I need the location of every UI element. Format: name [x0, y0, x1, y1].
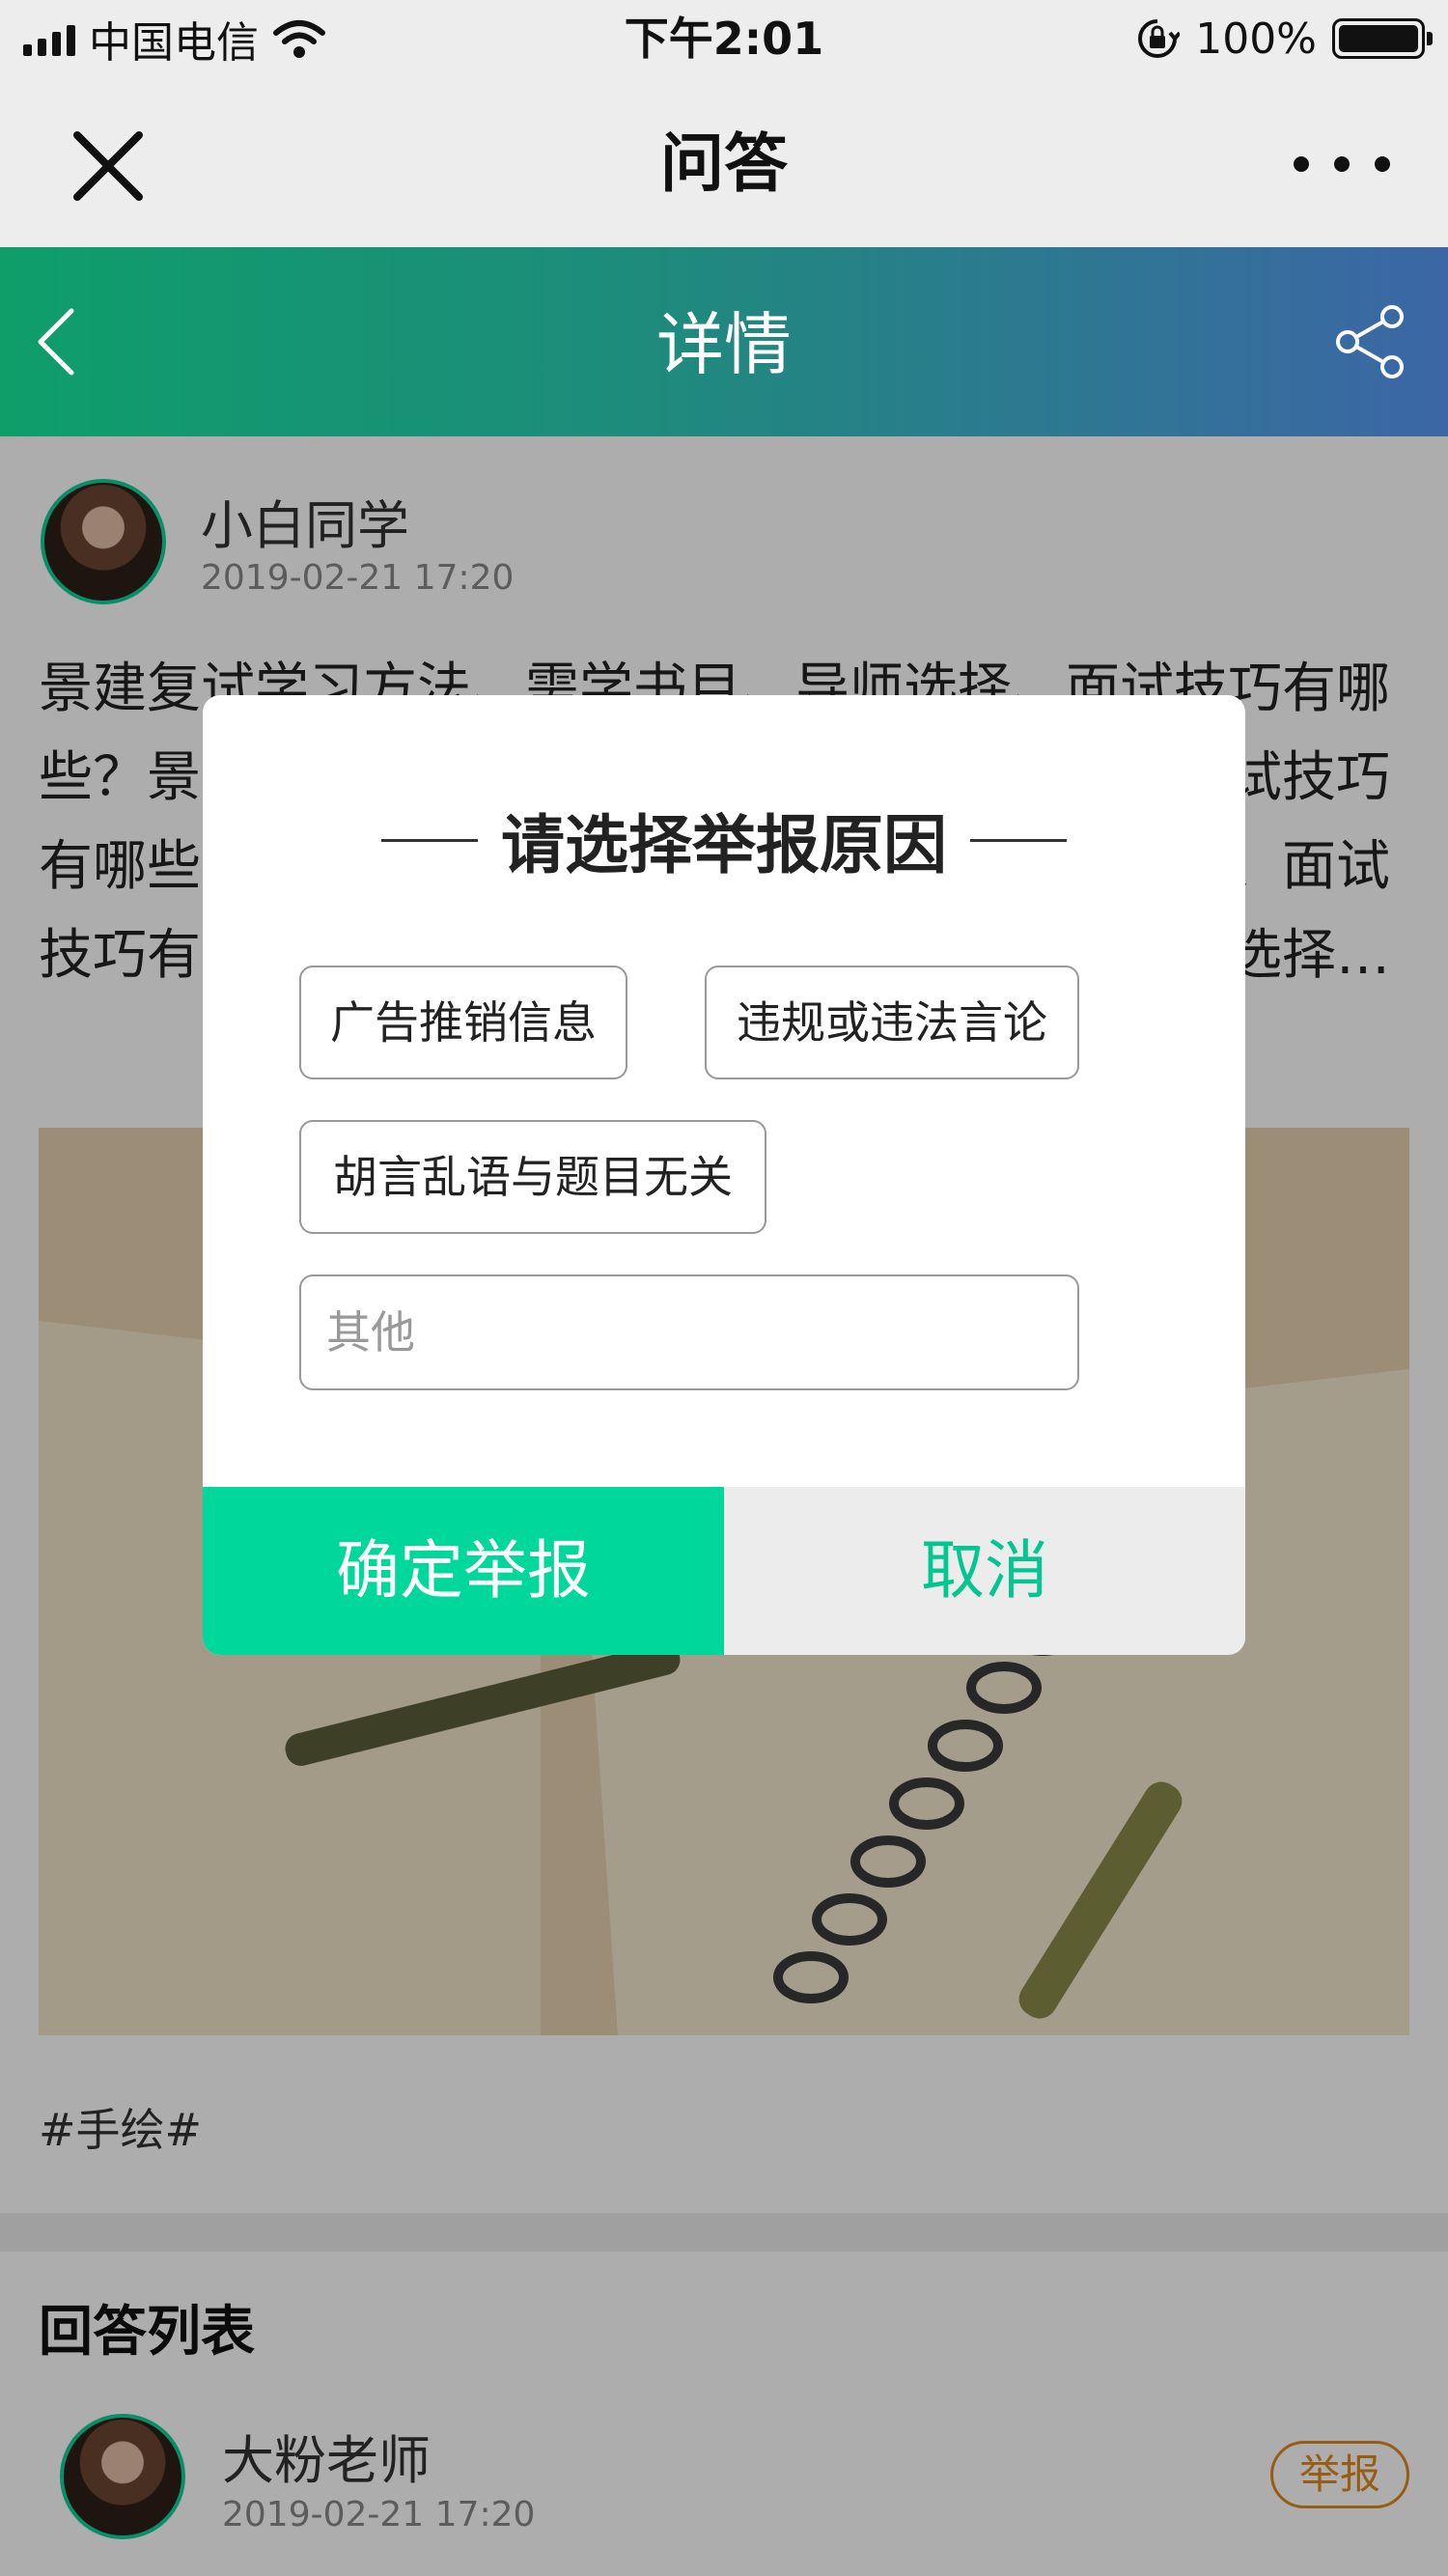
title-divider-right: [970, 838, 1067, 842]
reason-option-ads[interactable]: 广告推销信息: [299, 966, 627, 1079]
reason-option-irrelevant[interactable]: 胡言乱语与题目无关: [299, 1120, 766, 1234]
wechat-title: 问答: [660, 126, 788, 201]
status-right: 100%: [1135, 10, 1433, 68]
title-divider-left: [381, 838, 478, 842]
report-modal-header: 请选择举报原因: [203, 792, 1245, 888]
confirm-report-button[interactable]: 确定举报: [203, 1487, 724, 1655]
battery-percent: 100%: [1195, 14, 1317, 64]
other-reason-input[interactable]: [299, 1274, 1079, 1390]
battery-icon: [1332, 18, 1433, 59]
cancel-button[interactable]: 取消: [724, 1487, 1245, 1655]
page-title: 详情: [656, 305, 792, 384]
reason-option-illegal[interactable]: 违规或违法言论: [705, 966, 1079, 1079]
share-icon[interactable]: [1332, 303, 1409, 380]
report-modal-title: 请选择举报原因: [501, 808, 947, 882]
more-icon[interactable]: [1294, 145, 1390, 183]
rotation-lock-icon: [1138, 19, 1181, 58]
